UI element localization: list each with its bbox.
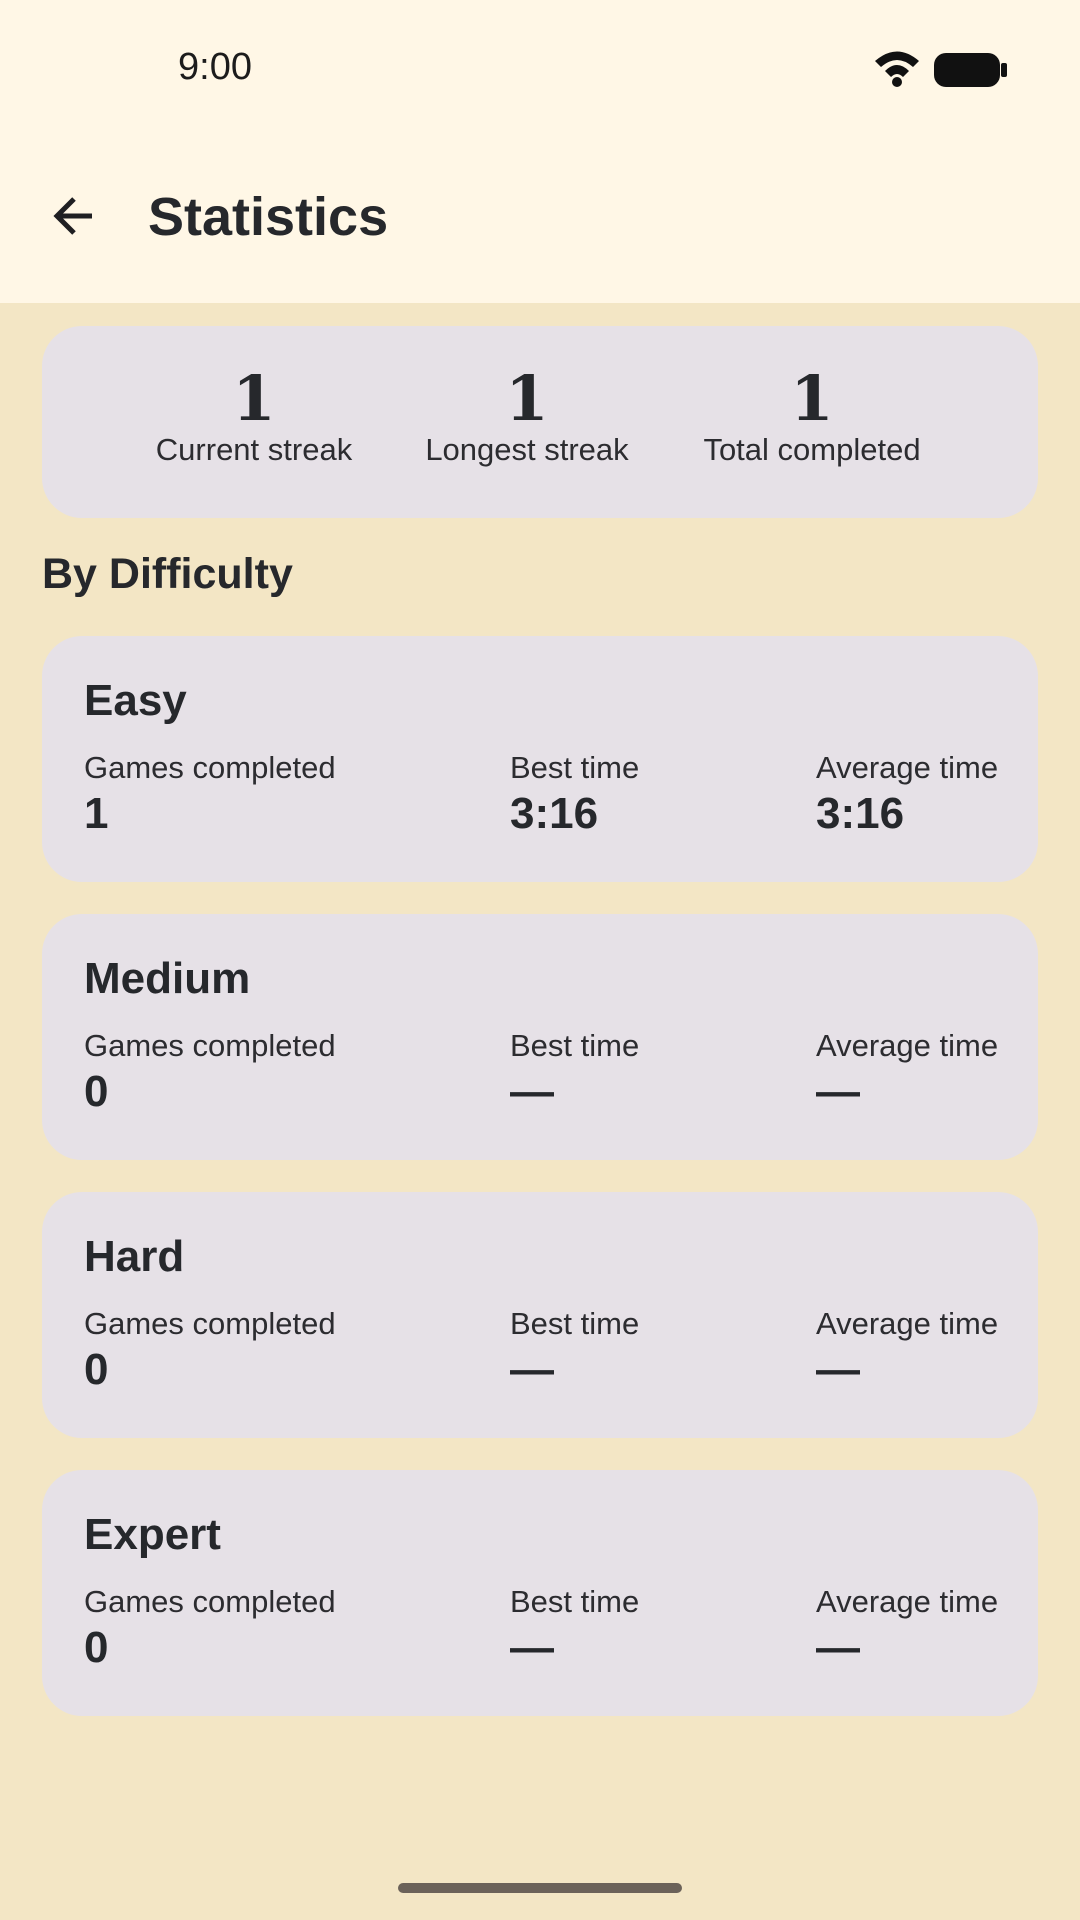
- games-completed-label: Games completed: [84, 750, 336, 785]
- arrow-back-icon: [50, 192, 98, 245]
- page-title: Statistics: [148, 187, 389, 247]
- home-indicator[interactable]: [398, 1883, 682, 1893]
- app-bar: Statistics: [0, 140, 1080, 303]
- average-time-value: 3:16: [816, 789, 905, 838]
- best-time-value: 3:16: [510, 789, 599, 838]
- longest-streak-label: Longest streak: [425, 432, 629, 467]
- games-completed: Games completed 0: [84, 1026, 336, 1118]
- average-time-value: —: [816, 1623, 860, 1672]
- best-time: Best time —: [510, 1304, 639, 1396]
- difficulty-title: Medium: [84, 954, 251, 1003]
- average-time-value: —: [816, 1067, 860, 1116]
- current-streak-value: 1: [232, 362, 276, 435]
- total-completed-value: 1: [790, 362, 834, 435]
- best-time-value: —: [510, 1345, 554, 1394]
- games-completed: Games completed 0: [84, 1304, 336, 1396]
- games-completed-label: Games completed: [84, 1028, 336, 1063]
- wifi-icon: [872, 48, 922, 88]
- status-bar: 9:00: [0, 0, 1080, 140]
- summary-card: 1 Current streak 1 Longest streak 1 Tota…: [42, 326, 1038, 518]
- best-time-label: Best time: [510, 1028, 640, 1063]
- average-time-label: Average time: [816, 1306, 999, 1341]
- status-time: 9:00: [178, 46, 252, 88]
- battery-icon: [934, 52, 1008, 88]
- average-time-label: Average time: [816, 1584, 999, 1619]
- total-completed-label: Total completed: [703, 432, 921, 467]
- difficulty-card-easy: Easy Games completed 1 Best time 3:16 Av…: [42, 636, 1038, 882]
- difficulty-title: Easy: [84, 676, 187, 725]
- best-time: Best time —: [510, 1026, 639, 1118]
- section-heading: By Difficulty: [42, 550, 293, 598]
- average-time-label: Average time: [816, 1028, 999, 1063]
- best-time-value: —: [510, 1623, 554, 1672]
- average-time: Average time —: [816, 1304, 998, 1396]
- current-streak-stat: 1 Current streak: [156, 366, 352, 470]
- average-time: Average time —: [816, 1582, 998, 1674]
- difficulty-card-medium: Medium Games completed 0 Best time — Ave…: [42, 914, 1038, 1160]
- average-time: Average time 3:16: [816, 748, 998, 840]
- games-completed: Games completed 0: [84, 1582, 336, 1674]
- longest-streak-value: 1: [505, 362, 549, 435]
- games-completed-value: 0: [84, 1345, 109, 1394]
- best-time-label: Best time: [510, 750, 640, 785]
- games-completed: Games completed 1: [84, 748, 336, 840]
- games-completed-value: 1: [84, 789, 109, 838]
- best-time-value: —: [510, 1067, 554, 1116]
- games-completed-label: Games completed: [84, 1584, 336, 1619]
- current-streak-label: Current streak: [155, 432, 353, 467]
- games-completed-value: 0: [84, 1623, 109, 1672]
- total-completed-stat: 1 Total completed: [703, 366, 920, 470]
- average-time: Average time —: [816, 1026, 998, 1118]
- back-button[interactable]: [38, 182, 110, 254]
- difficulty-card-hard: Hard Games completed 0 Best time — Avera…: [42, 1192, 1038, 1438]
- difficulty-card-expert: Expert Games completed 0 Best time — Ave…: [42, 1470, 1038, 1716]
- best-time-label: Best time: [510, 1306, 640, 1341]
- difficulty-title: Expert: [84, 1510, 221, 1559]
- best-time: Best time —: [510, 1582, 639, 1674]
- games-completed-label: Games completed: [84, 1306, 336, 1341]
- average-time-value: —: [816, 1345, 860, 1394]
- best-time: Best time 3:16: [510, 748, 639, 840]
- difficulty-title: Hard: [84, 1232, 185, 1281]
- average-time-label: Average time: [816, 750, 999, 785]
- best-time-label: Best time: [510, 1584, 640, 1619]
- longest-streak-stat: 1 Longest streak: [425, 366, 628, 470]
- games-completed-value: 0: [84, 1067, 109, 1116]
